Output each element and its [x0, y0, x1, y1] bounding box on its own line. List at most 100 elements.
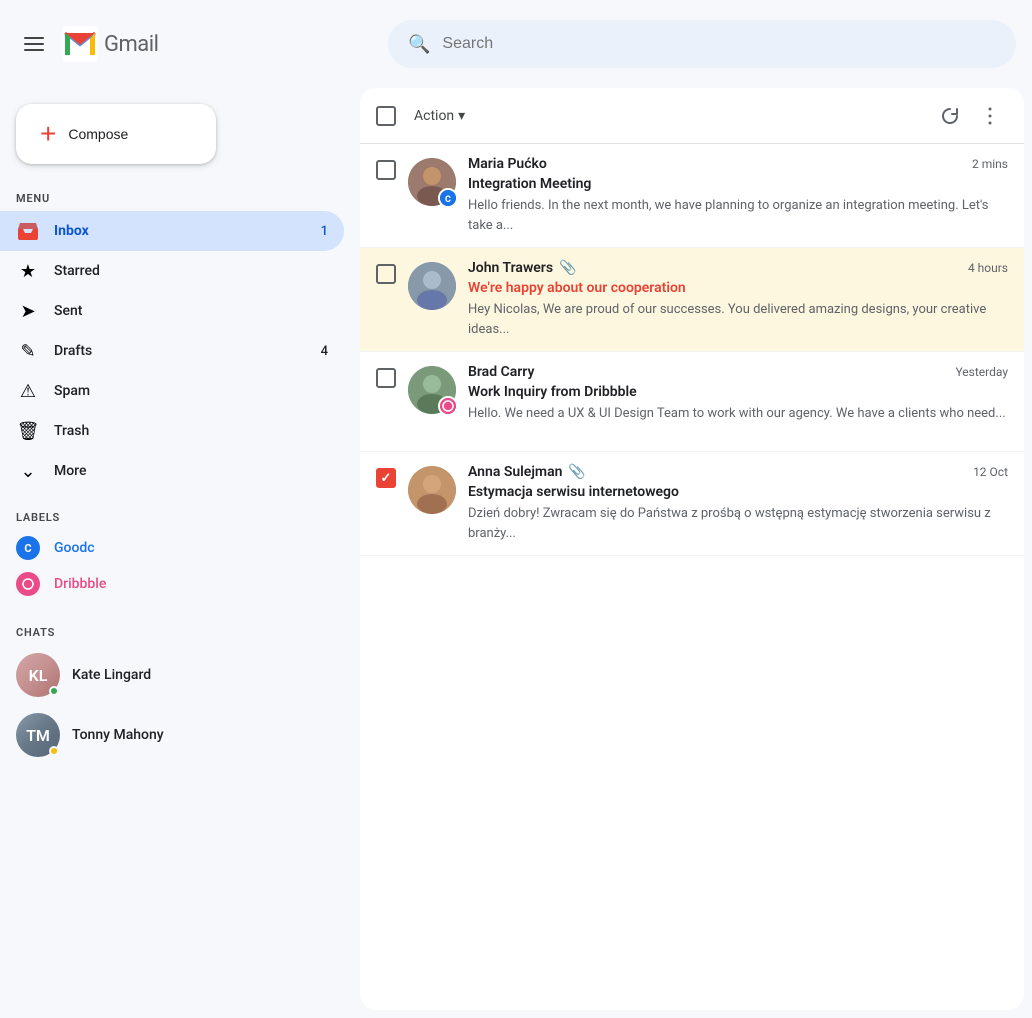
drafts-icon: ✎ [16, 339, 40, 363]
drafts-label: Drafts [54, 343, 307, 359]
refresh-button[interactable] [932, 98, 968, 134]
sidebar-item-sent[interactable]: ➤ Sent [0, 291, 344, 331]
email-3-time: Yesterday [955, 365, 1008, 379]
star-icon: ★ [16, 259, 40, 283]
email-4-time: 12 Oct [973, 465, 1008, 479]
email-1-content: Maria Pućko 2 mins Integration Meeting H… [468, 156, 1008, 235]
email-3-preview: Hello. We need a UX & UI Design Team to … [468, 404, 1008, 424]
search-icon: 🔍 [408, 34, 430, 55]
email-row-4[interactable]: Anna Sulejman 📎 12 Oct Estymacja serwisu… [360, 452, 1024, 556]
labels-section: LABELS C Goodc Dribbble [0, 499, 360, 602]
sidebar-item-starred[interactable]: ★ Starred [0, 251, 344, 291]
email-1-badge: C [438, 188, 458, 208]
email-3-content: Brad Carry Yesterday Work Inquiry from D… [468, 364, 1008, 424]
select-all-checkbox[interactable] [376, 106, 396, 126]
email-4-preview: Dzień dobry! Zwracam się do Państwa z pr… [468, 504, 1008, 543]
labels-section-label: LABELS [0, 499, 360, 530]
search-input[interactable] [442, 35, 996, 53]
chat-item-kate[interactable]: KL Kate Lingard ⋮ [0, 645, 344, 705]
tonny-online-indicator [49, 746, 59, 756]
tonny-avatar: TM [16, 713, 60, 757]
email-2-sender: John Trawers 📎 [468, 260, 576, 276]
svg-text:C: C [445, 195, 451, 205]
toolbar-actions-right [932, 98, 1008, 134]
starred-label: Starred [54, 263, 328, 279]
sidebar: + Compose MENU Inbox 1 ★ Starred ➤ Sent … [0, 88, 360, 1018]
email-3-header: Brad Carry Yesterday [468, 364, 1008, 380]
compose-button[interactable]: + Compose [16, 104, 216, 164]
chats-section: CHATS KL Kate Lingard ⋮ TM Tonny Mahony … [0, 614, 360, 765]
email-4-sender: Anna Sulejman 📎 [468, 464, 586, 480]
sidebar-item-more[interactable]: ⌄ More [0, 451, 344, 491]
email-list: Action ▾ [360, 88, 1024, 1010]
email-row-3[interactable]: Brad Carry Yesterday Work Inquiry from D… [360, 352, 1024, 452]
action-arrow-icon: ▾ [458, 108, 465, 124]
email-2-content: John Trawers 📎 4 hours We're happy about… [468, 260, 1008, 339]
attachment-icon-2: 📎 [559, 260, 576, 276]
chat-item-tonny[interactable]: TM Tonny Mahony ⋮ [0, 705, 344, 765]
email-3-sender: Brad Carry [468, 364, 534, 380]
email-2-preview: Hey Nicolas, We are proud of our success… [468, 300, 1008, 339]
dribbble-label: Dribbble [54, 576, 106, 592]
email-2-header: John Trawers 📎 4 hours [468, 260, 1008, 276]
email-1-checkbox[interactable] [376, 160, 396, 180]
tonny-name: Tonny Mahony [72, 727, 298, 743]
email-3-subject: Work Inquiry from Dribbble [468, 384, 1008, 400]
email-row-1[interactable]: C Maria Pućko 2 mins Integration Meeting… [360, 144, 1024, 248]
attachment-icon-4: 📎 [568, 464, 585, 480]
email-1-header: Maria Pućko 2 mins [468, 156, 1008, 172]
trash-label: Trash [54, 423, 328, 439]
hamburger-menu-button[interactable] [16, 29, 52, 59]
action-button[interactable]: Action ▾ [404, 102, 475, 130]
email-2-checkbox[interactable] [376, 264, 396, 284]
email-3-checkbox[interactable] [376, 368, 396, 388]
sent-label: Sent [54, 303, 328, 319]
email-2-time: 4 hours [968, 261, 1008, 275]
chats-section-label: CHATS [0, 614, 360, 645]
label-item-goodc[interactable]: C Goodc [0, 530, 344, 566]
email-4-content: Anna Sulejman 📎 12 Oct Estymacja serwisu… [468, 464, 1008, 543]
email-3-badge [438, 396, 458, 416]
action-label: Action [414, 108, 454, 124]
trash-icon: 🗑 [16, 419, 40, 443]
inbox-label: Inbox [54, 223, 307, 239]
goodc-label: Goodc [54, 540, 95, 556]
gmail-m-icon [62, 26, 98, 62]
svg-text:C: C [24, 542, 31, 555]
sent-icon: ➤ [16, 299, 40, 323]
drafts-badge: 4 [321, 344, 328, 359]
spam-icon: ⚠ [16, 379, 40, 403]
spam-label: Spam [54, 383, 328, 399]
kate-online-indicator [49, 686, 59, 696]
email-1-time: 2 mins [972, 157, 1008, 171]
sidebar-item-drafts[interactable]: ✎ Drafts 4 [0, 331, 344, 371]
sidebar-item-inbox[interactable]: Inbox 1 [0, 211, 344, 251]
more-label: More [54, 463, 328, 479]
chevron-down-icon: ⌄ [16, 459, 40, 483]
email-4-subject: Estymacja serwisu internetowego [468, 484, 1008, 500]
dribbble-dot [16, 572, 40, 596]
email-2-avatar [408, 262, 456, 310]
more-options-button[interactable] [972, 98, 1008, 134]
header-left: Gmail [16, 26, 376, 62]
app-header: Gmail 🔍 [0, 0, 1032, 88]
email-toolbar: Action ▾ [360, 88, 1024, 144]
email-1-subject: Integration Meeting [468, 176, 1008, 192]
email-1-avatar: C [408, 158, 456, 206]
inbox-icon [16, 219, 40, 243]
label-item-dribbble[interactable]: Dribbble [0, 566, 344, 602]
kate-name: Kate Lingard [72, 667, 298, 683]
compose-label: Compose [68, 126, 128, 142]
email-1-sender: Maria Pućko [468, 156, 547, 172]
email-3-avatar [408, 366, 456, 414]
email-4-checkbox[interactable] [376, 468, 396, 488]
email-row-2[interactable]: John Trawers 📎 4 hours We're happy about… [360, 248, 1024, 352]
email-1-preview: Hello friends. In the next month, we hav… [468, 196, 1008, 235]
search-bar[interactable]: 🔍 [388, 20, 1016, 68]
gmail-wordmark: Gmail [104, 32, 158, 57]
sidebar-item-spam[interactable]: ⚠ Spam [0, 371, 344, 411]
sidebar-item-trash[interactable]: 🗑 Trash [0, 411, 344, 451]
main-layout: + Compose MENU Inbox 1 ★ Starred ➤ Sent … [0, 88, 1032, 1018]
kate-avatar: KL [16, 653, 60, 697]
compose-plus-icon: + [40, 120, 56, 148]
